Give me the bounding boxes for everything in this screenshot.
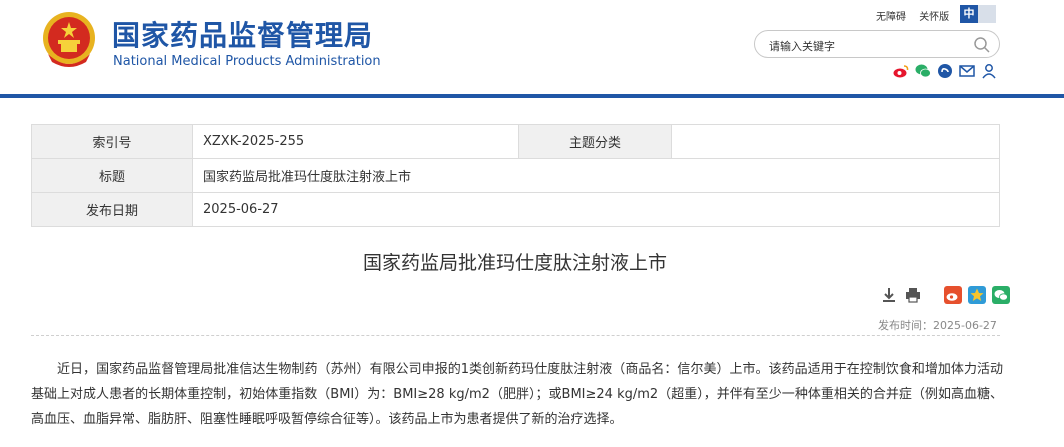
article-body: 近日，国家药品监督管理局批准信达生物制药（苏州）有限公司申报的1类创新药玛仕度肽… — [31, 362, 1003, 427]
wechat-share-icon[interactable] — [992, 286, 1010, 304]
qzone-share-icon[interactable] — [968, 286, 986, 304]
document-info-table: 索引号 XZXK-2025-255 主题分类 标题 国家药监局批准玛仕度肽注射液… — [31, 124, 1000, 227]
article-tools — [880, 286, 1010, 304]
category-value — [671, 124, 1000, 159]
table-row: 标题 国家药监局批准玛仕度肽注射液上市 — [31, 158, 1000, 193]
article-divider — [31, 335, 1000, 336]
lang-chinese-button[interactable]: 中 — [960, 5, 978, 23]
search-icon[interactable] — [973, 36, 991, 54]
publish-date-value: 2025-06-27 — [192, 192, 1000, 227]
download-icon[interactable] — [880, 286, 898, 304]
title-label: 标题 — [31, 158, 193, 193]
mini-program-icon[interactable] — [937, 63, 953, 79]
header-divider — [0, 94, 1064, 98]
site-title[interactable]: 国家药品监督管理局 — [112, 14, 373, 54]
category-label: 主题分类 — [518, 124, 672, 159]
weibo-icon[interactable] — [893, 63, 909, 79]
table-row: 发布日期 2025-06-27 — [31, 192, 1000, 227]
title-value: 国家药监局批准玛仕度肽注射液上市 — [192, 158, 1000, 193]
search-input[interactable]: 请输入关键字 — [769, 38, 835, 54]
user-icon[interactable] — [981, 63, 997, 79]
index-number-value: XZXK-2025-255 — [192, 124, 519, 159]
search-box[interactable]: 请输入关键字 — [754, 30, 1000, 58]
weibo-share-icon[interactable] — [944, 286, 962, 304]
national-emblem-icon — [43, 12, 95, 67]
site-subtitle-en[interactable]: National Medical Products Administration — [113, 54, 381, 69]
accessibility-link[interactable]: 无障碍 — [876, 12, 906, 23]
publish-time: 发布时间：2025-06-27 — [878, 319, 997, 332]
site-header: 国家药品监督管理局 National Medical Products Admi… — [0, 0, 1064, 98]
table-row: 索引号 XZXK-2025-255 主题分类 — [31, 124, 1000, 159]
social-links — [893, 63, 997, 79]
language-switch: 中 — [960, 5, 996, 23]
wechat-icon[interactable] — [915, 63, 931, 79]
print-icon[interactable] — [904, 286, 922, 304]
lang-english-button[interactable] — [978, 5, 996, 23]
care-mode-link[interactable]: 关怀版 — [919, 12, 949, 23]
article-title: 国家药监局批准玛仕度肽注射液上市 — [362, 252, 667, 274]
publish-date-label: 发布日期 — [31, 192, 193, 227]
index-number-label: 索引号 — [31, 124, 193, 159]
top-links: 无障碍 关怀版 — [876, 8, 959, 23]
mail-icon[interactable] — [959, 63, 975, 79]
